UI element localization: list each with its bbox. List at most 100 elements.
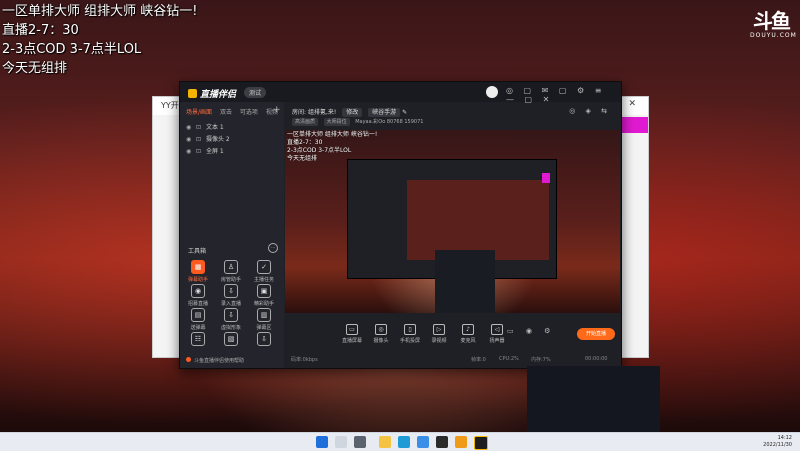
room-name: 组排氪,来!: [307, 109, 337, 116]
tool-icon: ⇩: [257, 332, 271, 346]
tool-item[interactable]: ▦ 弹幕助手: [182, 260, 214, 283]
tool-item[interactable]: ▤ 送弹幕: [182, 308, 214, 331]
app-logo-icon: [188, 89, 197, 98]
scene-label: 摄像头 2: [206, 136, 230, 143]
more-icon[interactable]: ···: [268, 243, 278, 253]
toolbar-button[interactable]: ▯ 手机投屏: [395, 324, 425, 344]
tool-label: 招募直播: [187, 301, 208, 307]
help-link[interactable]: 斗鱼直播伴侣使用帮助: [186, 357, 244, 364]
toolbar-button[interactable]: ▷ 录视频: [424, 324, 454, 344]
toolbar-button-label: 直播屏幕: [341, 338, 362, 344]
scene-label: 文本 1: [206, 124, 224, 131]
close-icon[interactable]: ✕: [628, 99, 642, 109]
toolbar-button[interactable]: ◁ 扬声器: [482, 324, 512, 344]
scene-item[interactable]: ◉ ⊡ 文本 1: [186, 122, 224, 131]
toolbar-button-icon: ◁: [491, 324, 503, 335]
tab-options[interactable]: 可选项: [240, 109, 258, 116]
toolbar-button-label: 录视频: [431, 338, 447, 344]
tool-item[interactable]: ◉ 招募直播: [182, 284, 214, 307]
lock-icon[interactable]: ⊡: [196, 124, 202, 131]
rank-chip[interactable]: 大师段位: [323, 118, 350, 126]
stat-name: Mayaa.彩Oo: [355, 119, 386, 125]
tool-item[interactable]: ▣ 精彩助手: [248, 284, 280, 307]
tool-label: 弹幕区: [256, 325, 272, 331]
room-title-label: 房间:: [292, 109, 307, 116]
start-live-button[interactable]: 开始直播: [577, 328, 615, 340]
tool-item[interactable]: ⇩ 虚拟形象: [215, 308, 247, 331]
help-link-label: 斗鱼直播伴侣使用帮助: [194, 358, 245, 364]
quality-chip[interactable]: 高清画质: [292, 118, 319, 126]
titlebar-icons[interactable]: ◎ ▢ ✉ ▢ ⚙ ≡ — ▢ ✕: [506, 86, 621, 104]
start-icon[interactable]: [316, 436, 328, 448]
tool-item[interactable]: ▧: [215, 332, 247, 348]
yy-window-title: YY开: [161, 101, 179, 110]
tool-label: 虚拟形象: [220, 325, 241, 331]
tool-label: 主播任务: [253, 277, 274, 283]
tool-item[interactable]: ☷: [182, 332, 214, 348]
toolbar-button-icon: ♪: [462, 324, 474, 335]
task-view-icon[interactable]: [354, 436, 366, 448]
tool-item[interactable]: ♙ 房管助手: [215, 260, 247, 283]
overlay-line: 2-3点COD 3-7点半LOL: [2, 42, 142, 57]
toolbar-button-icon: ▷: [433, 324, 445, 335]
tool-icon: ☷: [191, 332, 205, 346]
add-scene-icon[interactable]: +: [273, 105, 281, 115]
stream-preview[interactable]: 一区单排大师 组排大师 峡谷钻一! 直播2-7：30 2-3点COD 3-7点半…: [285, 130, 620, 313]
toolbar-button-icon: ▯: [404, 324, 416, 335]
scene-item[interactable]: ◉ ⊡ 摄像头 2: [186, 134, 230, 143]
scene-label: 全屏 1: [206, 148, 224, 155]
toolbar-button-icon: ▭: [346, 324, 358, 335]
eye-icon[interactable]: ◉: [186, 124, 192, 131]
status-bar: 码率:0kbps 帧率:0 CPU:2% 内存:7% 00:00:00: [285, 354, 620, 366]
tool-label: 弹幕助手: [187, 277, 208, 283]
edit-room-button[interactable]: 修改: [342, 108, 363, 117]
tool-item[interactable]: ▥ 弹幕区: [248, 308, 280, 331]
preview-line: 2-3点COD 3-7点半LOL: [287, 147, 352, 154]
app-logo-text: 直播伴侣: [200, 90, 237, 100]
preview-settings-icons[interactable]: ▭ ◉ ⚙: [507, 327, 555, 335]
preview-line: 一区单排大师 组排大师 峡谷钻一!: [287, 131, 378, 138]
toolbar-button-label: 手机投屏: [399, 338, 420, 344]
scene-item[interactable]: ◉ ⊡ 全屏 1: [186, 146, 224, 155]
header-action-icons[interactable]: ◎ ◈ ⇆: [569, 107, 611, 115]
toolbar-button[interactable]: ▭ 直播屏幕: [337, 324, 367, 344]
category-button[interactable]: 峡谷手游: [368, 108, 401, 117]
room-header: 房间: 组排氪,来! 修改 峡谷手游 ✎: [292, 107, 407, 117]
tool-icon: ▧: [224, 332, 238, 346]
avatar[interactable]: [486, 86, 498, 98]
bottom-toolbar: ▭ ◉ ⚙ 开始直播 ▭ 直播屏幕 ◎ 摄像头 ▯ 手机投屏 ▷ 录视频 ♪ 麦克风 ◁ 扬声器: [285, 320, 620, 348]
tool-icon: ▥: [257, 308, 271, 322]
tab-double[interactable]: 双击: [220, 109, 232, 116]
eye-icon[interactable]: ◉: [186, 148, 192, 155]
toolbar-button[interactable]: ◎ 摄像头: [366, 324, 396, 344]
douyu-logo-sub: DOUYU.COM: [750, 32, 797, 39]
app-version-pill[interactable]: 测试: [244, 87, 267, 98]
status-cpu: CPU:2%: [499, 356, 519, 362]
app-icon[interactable]: [436, 436, 448, 448]
tool-label: 精彩助手: [253, 301, 274, 307]
tool-icon: ♙: [224, 260, 238, 274]
app-icon[interactable]: [474, 436, 488, 450]
tool-item[interactable]: ✓ 主播任务: [248, 260, 280, 283]
nested-dark-block: [435, 250, 495, 313]
lock-icon[interactable]: ⊡: [196, 148, 202, 155]
status-mem: 内存:7%: [531, 357, 551, 363]
tool-icon: ✓: [257, 260, 271, 274]
clock-date: 2022/11/30: [763, 442, 792, 448]
edge-icon[interactable]: [398, 436, 410, 448]
tool-item[interactable]: ⇩: [248, 332, 280, 348]
toolbar-button[interactable]: ♪ 麦克风: [453, 324, 483, 344]
live-companion-taskbar-icon[interactable]: [455, 436, 467, 448]
pencil-icon[interactable]: ✎: [402, 109, 407, 116]
search-icon[interactable]: [335, 436, 347, 448]
nested-preview: [407, 180, 549, 260]
clock-time: 14:12: [777, 435, 792, 441]
eye-icon[interactable]: ◉: [186, 136, 192, 143]
app-icon[interactable]: [417, 436, 429, 448]
tool-item[interactable]: ⇩ 录入直播: [215, 284, 247, 307]
tab-scene[interactable]: 场景/画面: [186, 109, 212, 116]
lock-icon[interactable]: ⊡: [196, 136, 202, 143]
file-explorer-icon[interactable]: [379, 436, 391, 448]
system-clock[interactable]: 14:12 2022/11/30: [763, 435, 792, 449]
live-companion-window[interactable]: 直播伴侣 测试 ◎ ▢ ✉ ▢ ⚙ ≡ — ▢ ✕ 场景/画面 双击 可选项 视…: [179, 81, 622, 369]
